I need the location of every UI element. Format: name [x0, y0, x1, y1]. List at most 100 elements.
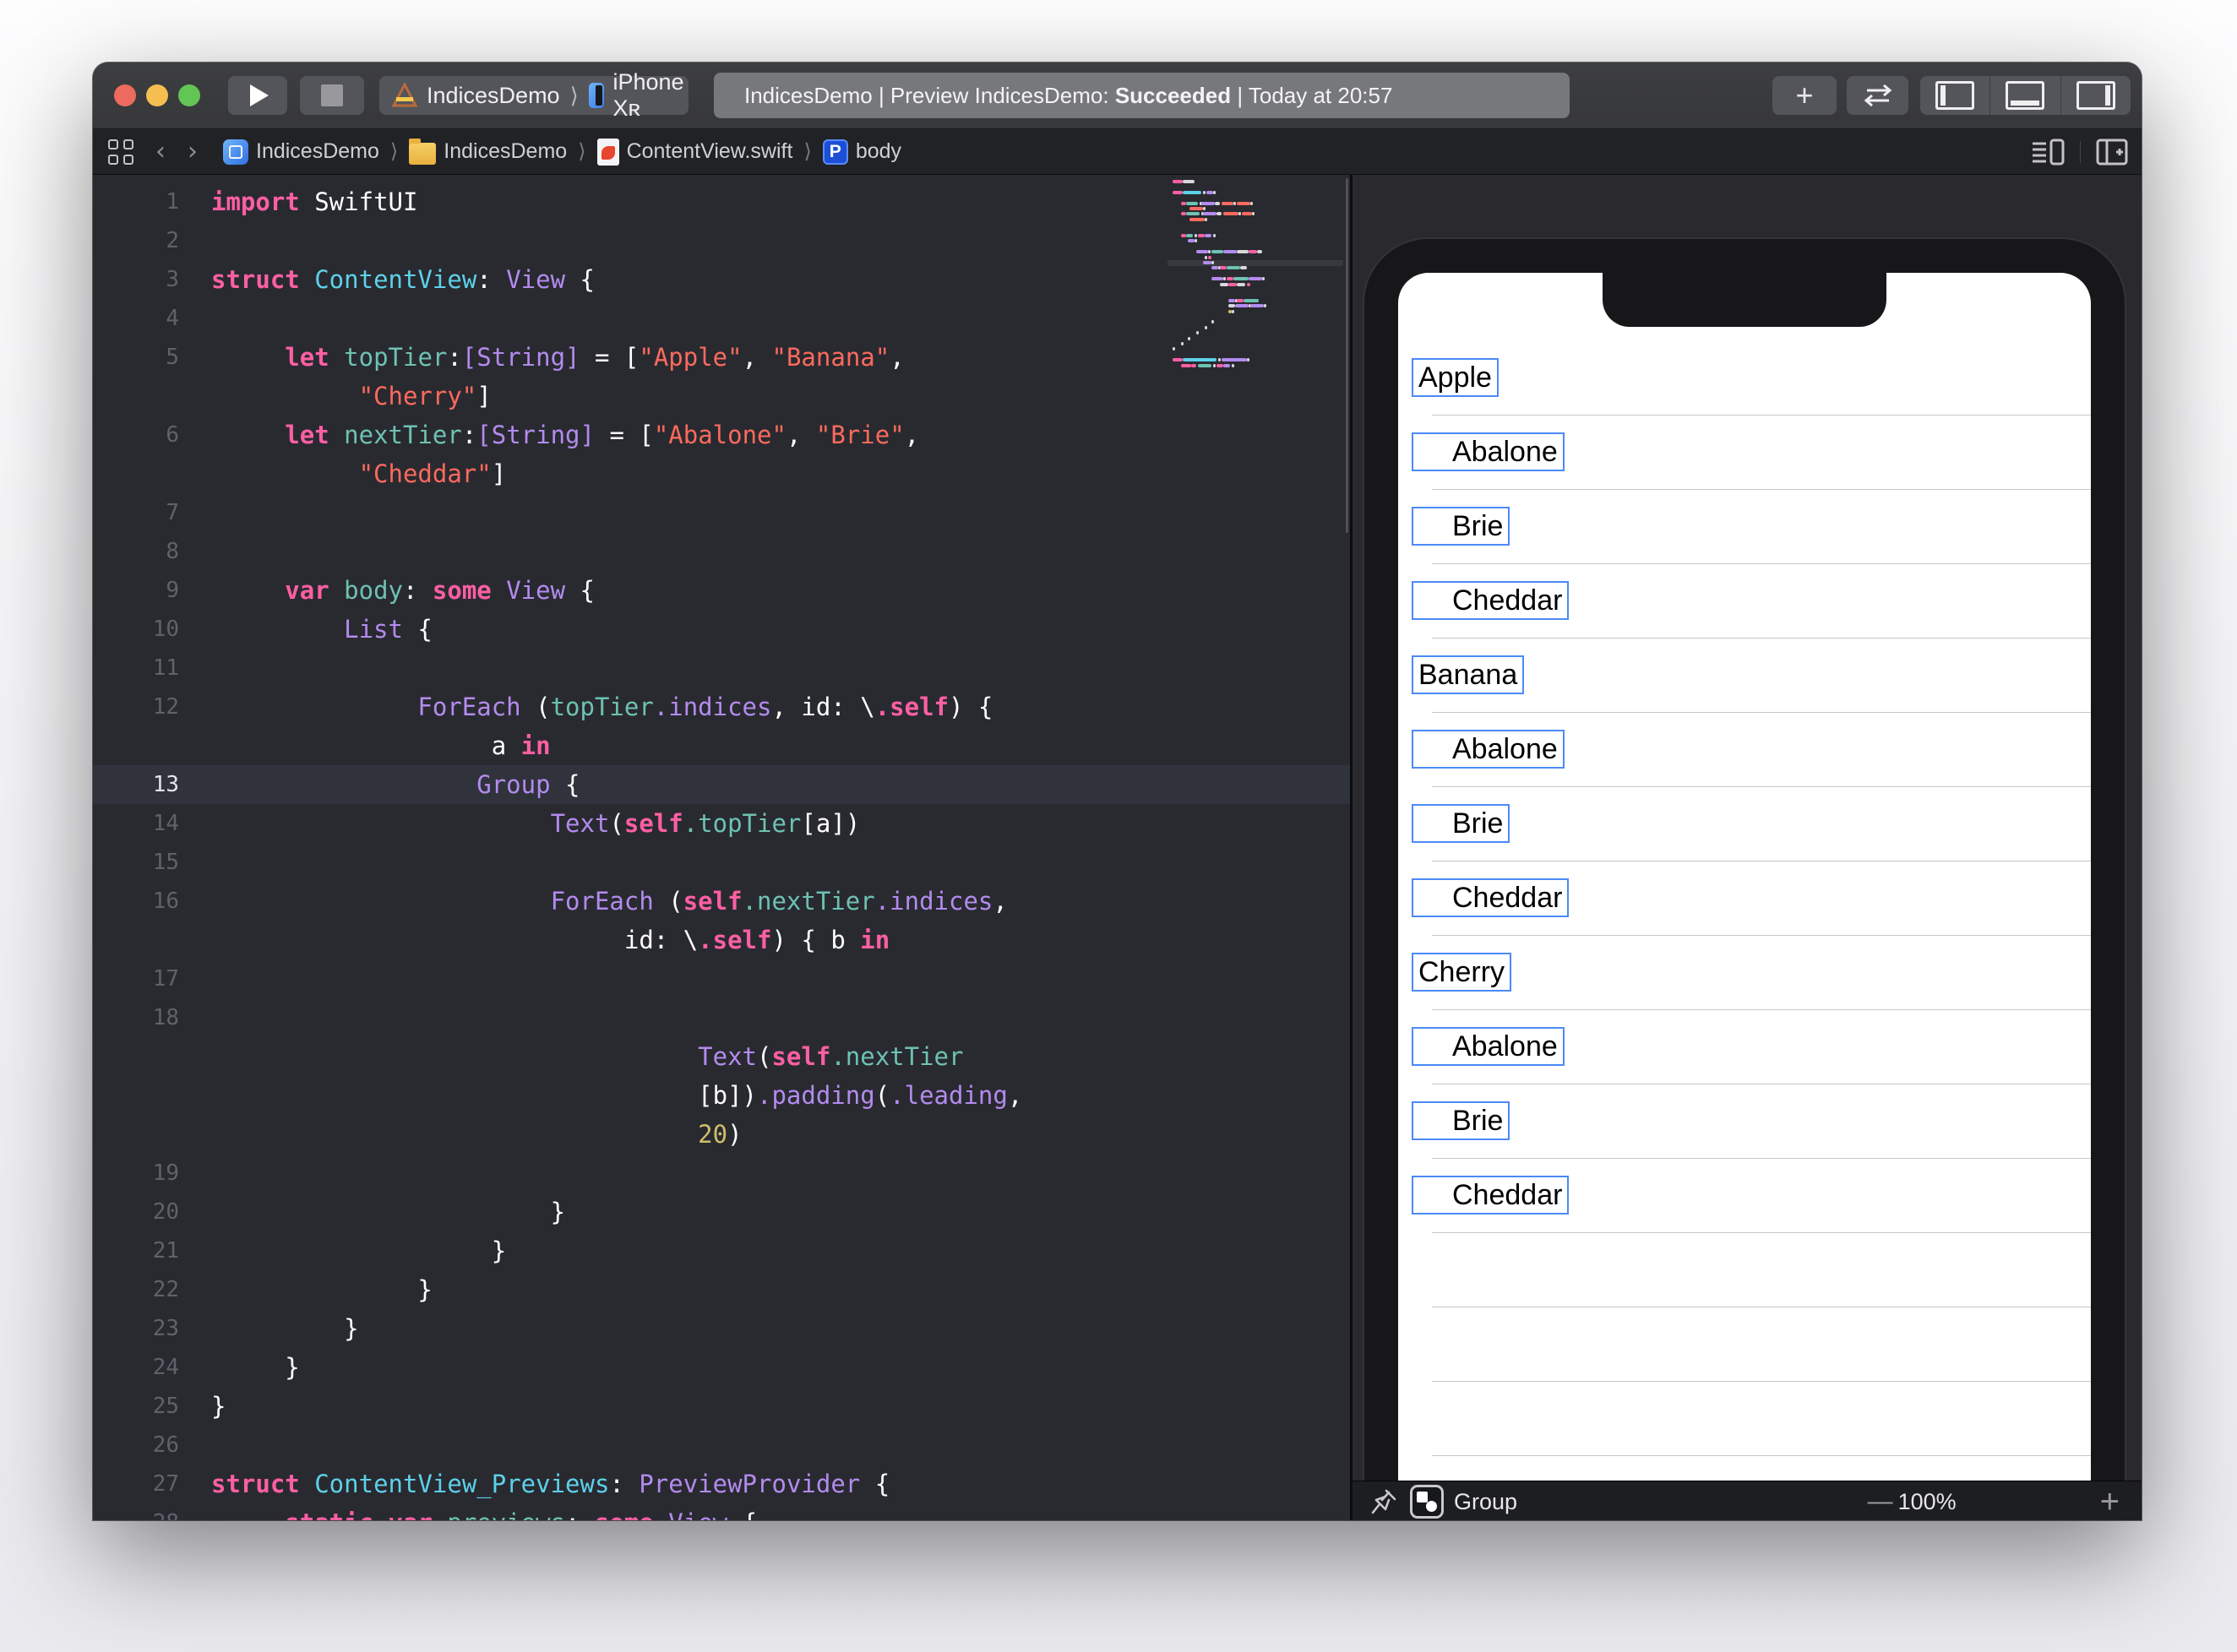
minimap[interactable] — [1173, 180, 1342, 383]
code-line[interactable]: 16ForEach (self.nextTier.indices, — [93, 882, 1350, 921]
list-row[interactable]: Abalone — [1398, 1010, 2091, 1084]
selected-element-label[interactable]: Group — [1454, 1489, 1517, 1515]
list-row[interactable]: Banana — [1398, 639, 2091, 713]
code-line[interactable]: 18 — [93, 998, 1350, 1037]
list-row[interactable]: Cheddar — [1398, 1159, 2091, 1233]
preview-text-selection-box[interactable]: Brie — [1412, 1101, 1510, 1140]
zoom-window-button[interactable] — [178, 84, 200, 106]
list-row[interactable]: Brie — [1398, 490, 2091, 564]
breadcrumb-file[interactable]: ContentView.swift — [627, 139, 793, 164]
code-line[interactable]: 26 — [93, 1426, 1350, 1465]
list-row-empty[interactable] — [1398, 1233, 2091, 1307]
scheme-selector[interactable]: IndicesDemo ⟩ iPhone Xʀ — [379, 76, 689, 115]
back-button[interactable]: ‹ — [155, 137, 166, 166]
add-editor-icon[interactable] — [2096, 139, 2128, 166]
code-line[interactable]: 15 — [93, 843, 1350, 882]
preview-text-selection-box[interactable]: Banana — [1412, 655, 1524, 694]
list-row-empty[interactable] — [1398, 1456, 2091, 1481]
minimize-window-button[interactable] — [146, 84, 168, 106]
code-line[interactable]: 2 — [93, 221, 1350, 260]
code-line[interactable]: "Cherry"] — [93, 377, 1350, 416]
preview-text-selection-box[interactable]: Abalone — [1412, 432, 1565, 471]
minimap-line — [1240, 266, 1247, 269]
editor-swap-button[interactable] — [1847, 76, 1908, 115]
code-line[interactable]: 19 — [93, 1154, 1350, 1193]
preview-text-selection-box[interactable]: Cheddar — [1412, 581, 1569, 620]
breadcrumb-symbol[interactable]: body — [856, 139, 901, 164]
zoom-in-icon[interactable]: + — [2100, 1483, 2120, 1521]
preview-text-selection-box[interactable]: Apple — [1412, 358, 1499, 397]
code-line[interactable]: 4 — [93, 299, 1350, 338]
code-line[interactable]: 1import SwiftUI — [93, 182, 1350, 221]
list-row-empty[interactable] — [1398, 1382, 2091, 1456]
code-line[interactable]: "Cheddar"] — [93, 454, 1350, 493]
list-row[interactable]: Brie — [1398, 787, 2091, 861]
code-line[interactable]: 11 — [93, 649, 1350, 687]
code-line[interactable]: 12ForEach (topTier.indices, id: \.self) … — [93, 687, 1350, 726]
code-line[interactable]: 9var body: some View { — [93, 571, 1350, 610]
list-row[interactable]: Abalone — [1398, 713, 2091, 787]
scheme-project-label: IndicesDemo — [427, 83, 560, 109]
code-line[interactable]: 7 — [93, 493, 1350, 532]
code-text: id: \.self) { b in — [211, 921, 890, 959]
code-line[interactable]: 13Group { — [93, 765, 1350, 804]
breadcrumb-project[interactable]: IndicesDemo — [256, 139, 379, 164]
toggle-inspector-button[interactable] — [2061, 76, 2131, 115]
editor-options-icon[interactable] — [2031, 139, 2065, 166]
code-line[interactable]: 28static var previews: some View { — [93, 1503, 1350, 1520]
code-line[interactable]: 14Text(self.topTier[a]) — [93, 804, 1350, 843]
related-items-grid-icon[interactable] — [108, 139, 133, 165]
code-line[interactable]: a in — [93, 726, 1350, 765]
code-line[interactable]: 27struct ContentView_Previews: PreviewPr… — [93, 1465, 1350, 1503]
stop-button[interactable] — [300, 76, 364, 115]
code-line[interactable]: 22} — [93, 1270, 1350, 1309]
preview-text-selection-box[interactable]: Cheddar — [1412, 878, 1569, 917]
list-row[interactable]: Brie — [1398, 1084, 2091, 1159]
minimap-line — [1222, 358, 1247, 361]
code-line[interactable]: 20} — [93, 1193, 1350, 1231]
code-line[interactable]: 10List { — [93, 610, 1350, 649]
code-line[interactable]: id: \.self) { b in — [93, 921, 1350, 959]
toggle-navigator-button[interactable] — [1920, 76, 1990, 115]
toggle-debug-area-button[interactable] — [1990, 76, 2060, 115]
breadcrumb-group[interactable]: IndicesDemo — [444, 139, 567, 164]
code-line[interactable]: 5let topTier:[String] = ["Apple", "Banan… — [93, 338, 1350, 377]
preview-text-selection-box[interactable]: Brie — [1412, 507, 1510, 546]
forward-button[interactable]: › — [188, 137, 198, 166]
preview-text-selection-box[interactable]: Abalone — [1412, 730, 1565, 769]
code-line[interactable]: [b]).padding(.leading, — [93, 1076, 1350, 1115]
code-line[interactable]: 17 — [93, 959, 1350, 998]
library-button[interactable]: + — [1772, 76, 1837, 115]
code-line[interactable]: 20) — [93, 1115, 1350, 1154]
code-text: [b]).padding(.leading, — [211, 1076, 1022, 1115]
code-line[interactable]: 21} — [93, 1231, 1350, 1270]
code-line[interactable]: 24} — [93, 1348, 1350, 1387]
list-row[interactable]: Abalone — [1398, 416, 2091, 490]
preview-text-selection-box[interactable]: Brie — [1412, 804, 1510, 843]
pin-icon[interactable] — [1369, 1487, 1398, 1516]
code-line[interactable]: 3struct ContentView: View { — [93, 260, 1350, 299]
zoom-out-icon[interactable]: — — [1868, 1487, 1893, 1516]
list-row[interactable]: Cheddar — [1398, 564, 2091, 639]
source-editor[interactable]: 1import SwiftUI23struct ContentView: Vie… — [93, 175, 1350, 1520]
code-line[interactable]: Text(self.nextTier — [93, 1037, 1350, 1076]
preview-text-selection-box[interactable]: Cherry — [1412, 953, 1511, 992]
code-line[interactable]: 8 — [93, 532, 1350, 571]
run-button[interactable] — [228, 76, 287, 115]
minimap-line — [1223, 364, 1230, 367]
code-line[interactable]: 23} — [93, 1309, 1350, 1348]
close-window-button[interactable] — [114, 84, 136, 106]
editor-scrollbar[interactable] — [1346, 178, 1348, 533]
list-row[interactable]: Cheddar — [1398, 861, 2091, 936]
list-row[interactable]: Cherry — [1398, 936, 2091, 1010]
code-token: { — [565, 576, 595, 605]
activity-viewer[interactable]: IndicesDemo | Preview IndicesDemo: Succe… — [714, 73, 1570, 118]
minimap-line — [1211, 277, 1223, 280]
list-row-empty[interactable] — [1398, 1307, 2091, 1382]
list-row[interactable]: Apple — [1398, 341, 2091, 416]
line-number — [93, 921, 179, 959]
preview-text-selection-box[interactable]: Cheddar — [1412, 1176, 1569, 1215]
code-line[interactable]: 6let nextTier:[String] = ["Abalone", "Br… — [93, 416, 1350, 454]
code-line[interactable]: 25} — [93, 1387, 1350, 1426]
preview-text-selection-box[interactable]: Abalone — [1412, 1027, 1565, 1066]
